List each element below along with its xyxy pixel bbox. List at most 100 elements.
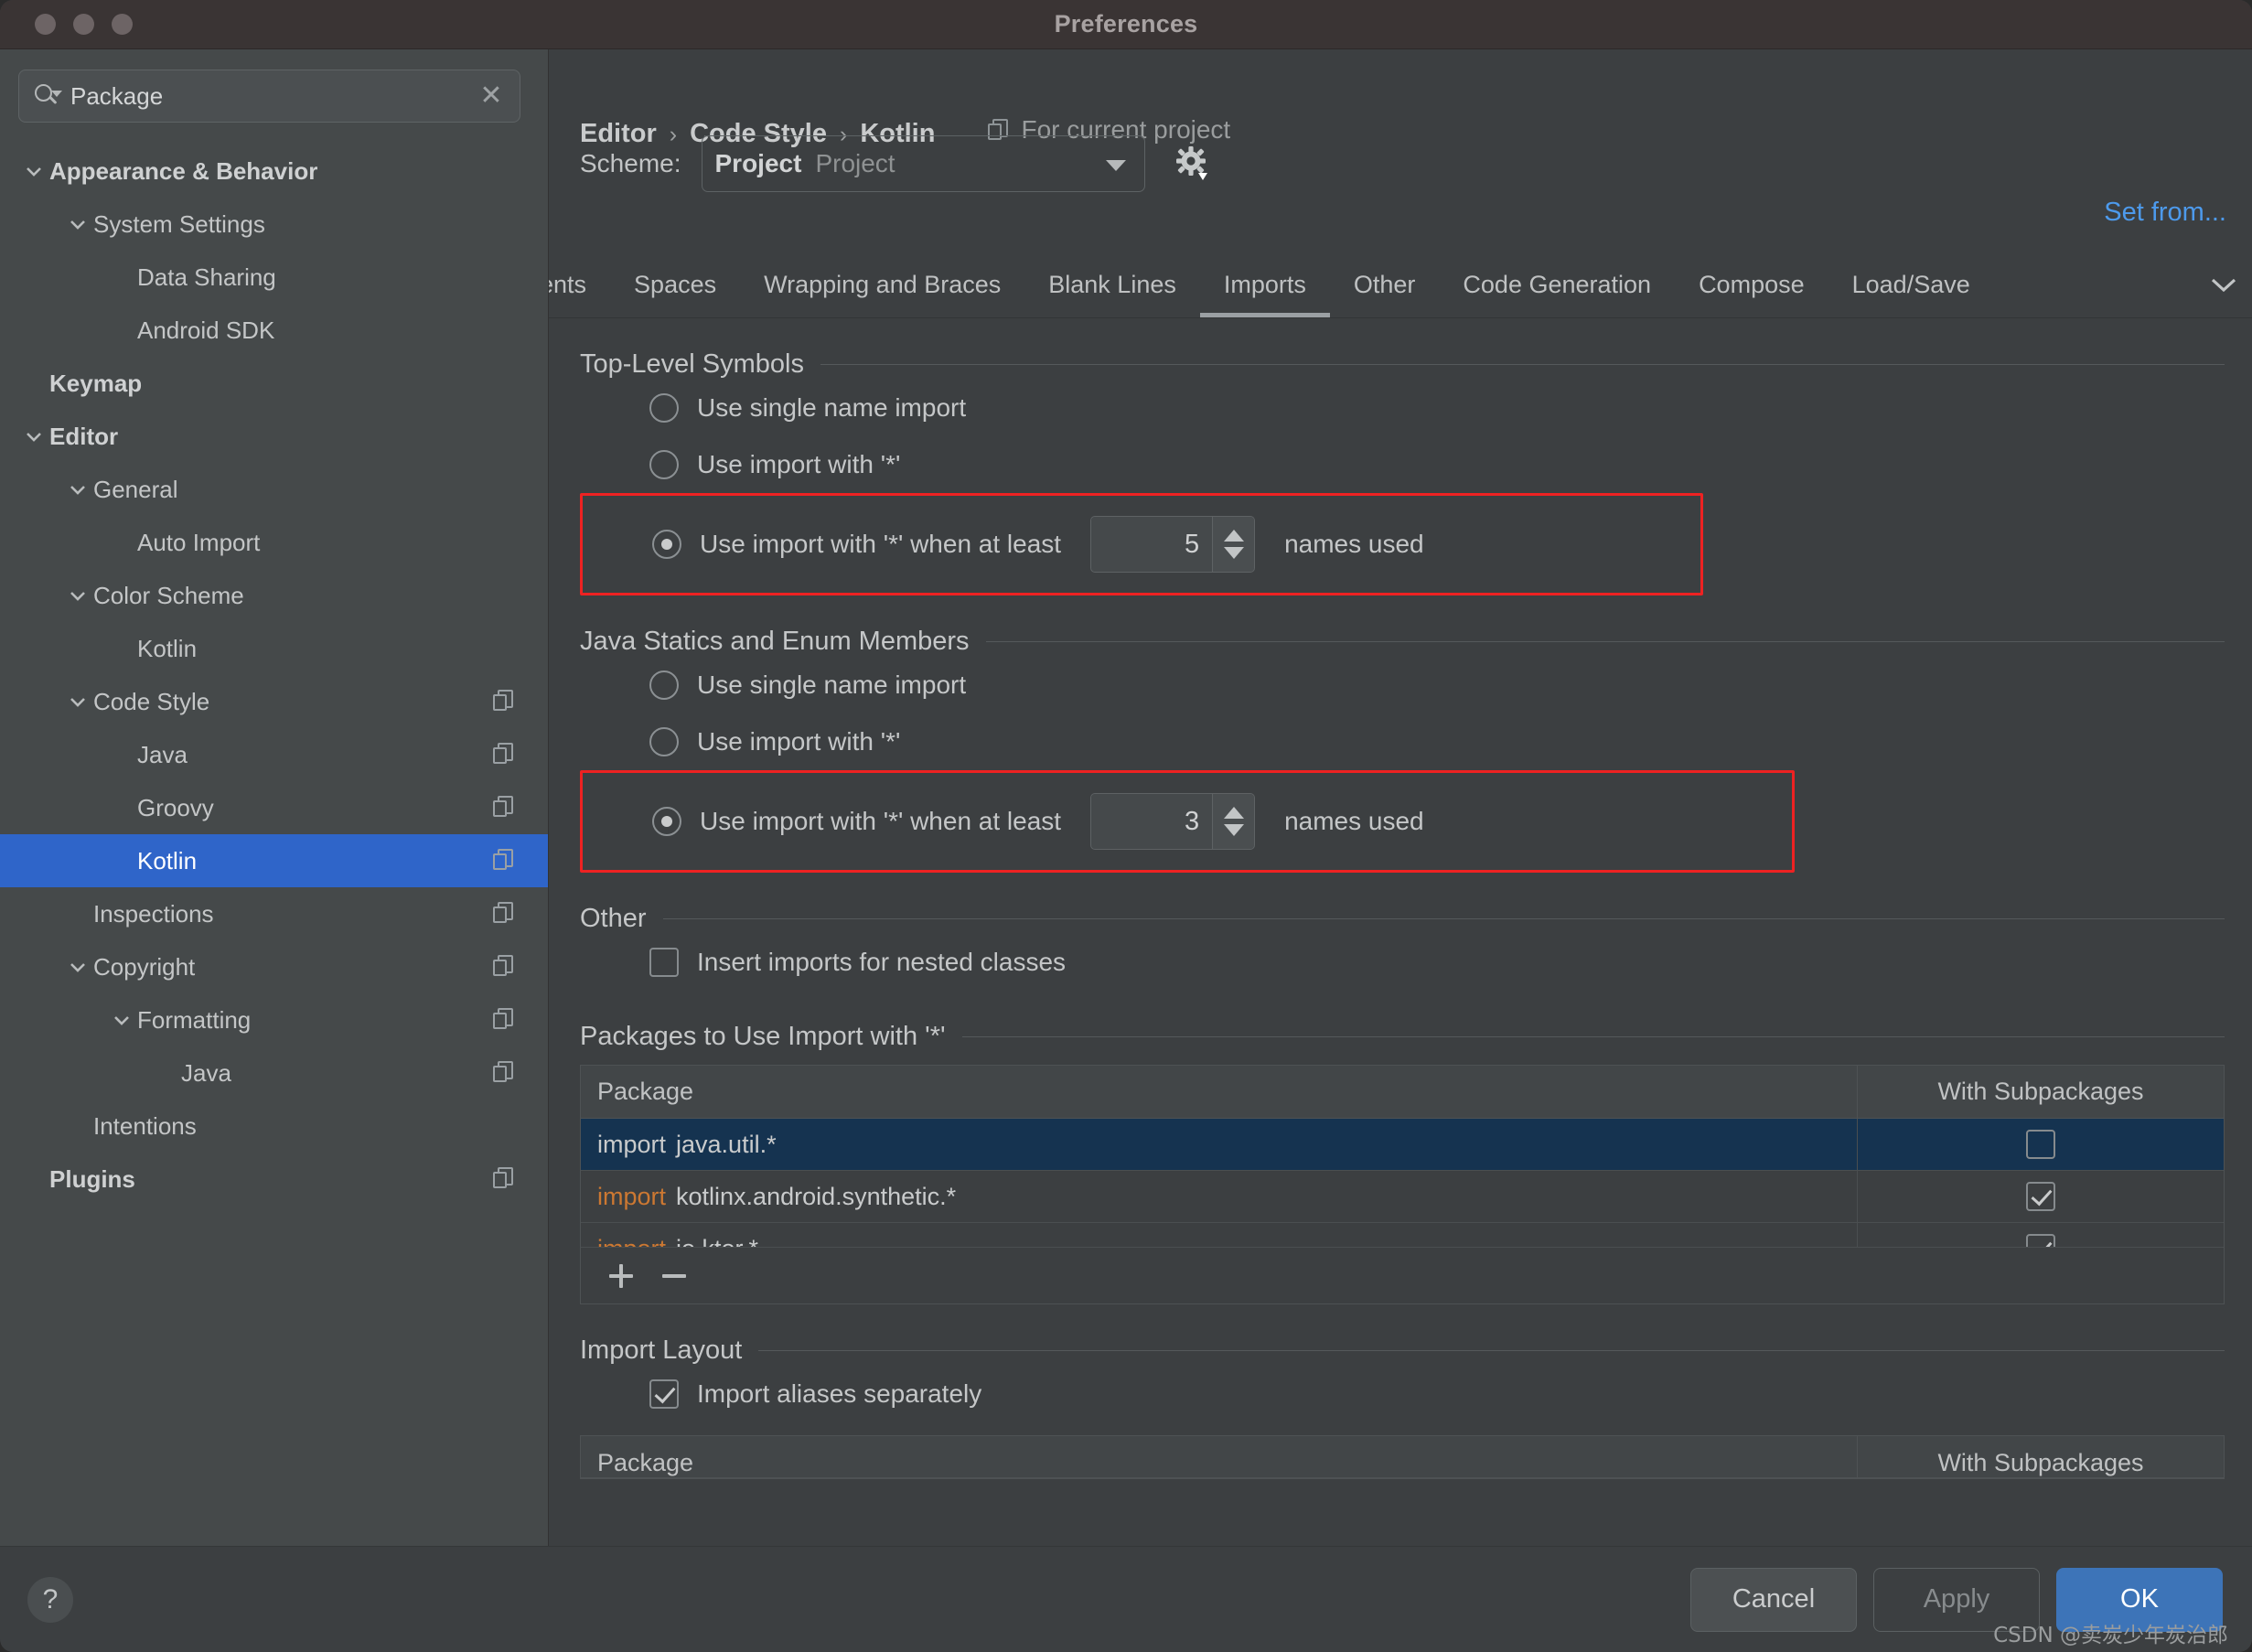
top-level-single-name-option[interactable]: Use single name import bbox=[549, 380, 2252, 436]
sidebar-item-code-style[interactable]: Code Style bbox=[0, 675, 548, 728]
table-row[interactable]: import io.ktor.* bbox=[581, 1223, 2224, 1247]
radio-icon[interactable] bbox=[649, 393, 679, 423]
with-subpackages-cell[interactable] bbox=[1858, 1223, 2224, 1247]
sidebar-item-inspections[interactable]: Inspections bbox=[0, 887, 548, 940]
stepper-value[interactable]: 5 bbox=[1091, 517, 1213, 572]
section-other-header: Other bbox=[549, 904, 2252, 934]
top-level-threshold-stepper[interactable]: 5 bbox=[1090, 516, 1256, 573]
column-header-with-subpackages[interactable]: With Subpackages bbox=[1858, 1066, 2224, 1118]
java-statics-single-name-option[interactable]: Use single name import bbox=[549, 657, 2252, 713]
top-level-star-option[interactable]: Use import with '*' bbox=[549, 436, 2252, 493]
stepper-value[interactable]: 3 bbox=[1091, 794, 1213, 849]
radio-icon[interactable] bbox=[649, 670, 679, 700]
tab-imports[interactable]: Imports bbox=[1199, 252, 1330, 317]
sidebar-item-intentions[interactable]: Intentions bbox=[0, 1100, 548, 1153]
sidebar-item-kotlin[interactable]: Kotlin bbox=[0, 834, 548, 887]
with-subpackages-cell[interactable] bbox=[1858, 1171, 2224, 1222]
checkbox-icon[interactable] bbox=[649, 948, 679, 977]
sidebar-item-auto-import[interactable]: Auto Import bbox=[0, 516, 548, 569]
chevron-down-icon[interactable] bbox=[62, 695, 93, 708]
chevron-down-icon[interactable] bbox=[62, 589, 93, 602]
column-header-package[interactable]: Package bbox=[581, 1436, 1858, 1477]
sidebar-item-android-sdk[interactable]: Android SDK bbox=[0, 304, 548, 357]
search-box[interactable]: ✕ bbox=[18, 70, 520, 123]
stepper-buttons[interactable] bbox=[1212, 517, 1255, 572]
sidebar-item-data-sharing[interactable]: Data Sharing bbox=[0, 251, 548, 304]
sidebar-item-color-scheme[interactable]: Color Scheme bbox=[0, 569, 548, 622]
sidebar-item-keymap[interactable]: Keymap bbox=[0, 357, 548, 410]
tab-load-save[interactable]: Load/Save bbox=[1828, 252, 1994, 317]
settings-tree[interactable]: Appearance & Behavior System Settings Data… bbox=[0, 134, 548, 1546]
project-scope-icon bbox=[493, 849, 517, 873]
checkbox-icon[interactable] bbox=[2026, 1130, 2055, 1159]
sidebar-item-editor[interactable]: Editor bbox=[0, 410, 548, 463]
packages-table-body[interactable]: import java.util.* import kotlinx.android.s… bbox=[581, 1119, 2224, 1247]
tab-compose[interactable]: Compose bbox=[1675, 252, 1828, 317]
sidebar-item-formatting[interactable]: Formatting bbox=[0, 993, 548, 1046]
chevron-down-icon[interactable] bbox=[62, 960, 93, 973]
with-subpackages-cell[interactable] bbox=[1858, 1119, 2224, 1170]
radio-icon[interactable] bbox=[649, 450, 679, 479]
clear-search-icon[interactable]: ✕ bbox=[477, 82, 505, 110]
set-from-link[interactable]: Set from... bbox=[2104, 198, 2226, 228]
scheme-select[interactable]: Project Project bbox=[701, 135, 1145, 192]
help-button[interactable]: ? bbox=[27, 1576, 73, 1623]
tab-other[interactable]: Other bbox=[1330, 252, 1440, 317]
tab-spaces[interactable]: Spaces bbox=[610, 252, 740, 317]
sidebar-item-groovy[interactable]: Groovy bbox=[0, 781, 548, 834]
tab-list[interactable]: entsSpacesWrapping and BracesBlank Lines… bbox=[549, 252, 2195, 317]
java-statics-star-option[interactable]: Use import with '*' bbox=[549, 713, 2252, 770]
checkbox-icon[interactable] bbox=[2026, 1182, 2055, 1211]
radio-icon[interactable] bbox=[652, 807, 681, 836]
stepper-up-icon[interactable] bbox=[1223, 807, 1244, 819]
table-row[interactable]: import java.util.* bbox=[581, 1119, 2224, 1171]
sidebar-item-system-settings[interactable]: System Settings bbox=[0, 198, 548, 251]
tab-blank-lines[interactable]: Blank Lines bbox=[1024, 252, 1200, 317]
stepper-down-icon[interactable] bbox=[1223, 547, 1244, 559]
section-top-level-symbols-header: Top-Level Symbols bbox=[549, 349, 2252, 380]
chevron-down-icon[interactable] bbox=[18, 430, 49, 443]
tabs-overflow-button[interactable] bbox=[2195, 252, 2252, 317]
table-row[interactable]: import kotlinx.android.synthetic.* bbox=[581, 1171, 2224, 1223]
project-scope-icon bbox=[493, 1167, 517, 1191]
tab-ents[interactable]: ents bbox=[549, 252, 610, 317]
radio-icon[interactable] bbox=[649, 727, 679, 756]
sidebar-item-label: Data Sharing bbox=[137, 263, 276, 291]
package-cell[interactable]: import io.ktor.* bbox=[581, 1223, 1858, 1247]
scheme-settings-gear-button[interactable] bbox=[1173, 144, 1213, 184]
insert-imports-nested-classes-row[interactable]: Insert imports for nested classes bbox=[549, 934, 2252, 991]
package-cell[interactable]: import kotlinx.android.synthetic.* bbox=[581, 1171, 1858, 1222]
section-title: Import Layout bbox=[580, 1336, 743, 1365]
sidebar-item-kotlin[interactable]: Kotlin bbox=[0, 622, 548, 675]
tab-code-generation[interactable]: Code Generation bbox=[1439, 252, 1675, 317]
chevron-down-icon[interactable] bbox=[106, 1014, 137, 1026]
table-row-clipped[interactable]: import io.ktor.* bbox=[581, 1223, 2224, 1247]
window-title: Preferences bbox=[1054, 10, 1198, 38]
import-aliases-separately-row[interactable]: Import aliases separately bbox=[549, 1366, 2252, 1422]
sidebar-item-appearance-behavior[interactable]: Appearance & Behavior bbox=[0, 145, 548, 198]
stepper-buttons[interactable] bbox=[1212, 794, 1255, 849]
chevron-down-icon[interactable] bbox=[18, 165, 49, 177]
sidebar-item-java[interactable]: Java bbox=[0, 728, 548, 781]
radio-icon[interactable] bbox=[652, 530, 681, 559]
checkbox-icon[interactable] bbox=[2026, 1234, 2055, 1247]
chevron-down-icon[interactable] bbox=[62, 218, 93, 231]
tab-wrapping-and-braces[interactable]: Wrapping and Braces bbox=[740, 252, 1024, 317]
chevron-down-icon[interactable] bbox=[62, 483, 93, 496]
sidebar-item-plugins[interactable]: Plugins bbox=[0, 1153, 548, 1206]
remove-package-button[interactable] bbox=[654, 1256, 694, 1296]
sidebar-item-general[interactable]: General bbox=[0, 463, 548, 516]
sidebar-item-java[interactable]: Java bbox=[0, 1046, 548, 1100]
sidebar-item-copyright[interactable]: Copyright bbox=[0, 940, 548, 993]
column-header-with-subpackages[interactable]: With Subpackages bbox=[1858, 1436, 2224, 1477]
package-cell[interactable]: import java.util.* bbox=[581, 1119, 1858, 1170]
column-header-package[interactable]: Package bbox=[581, 1066, 1858, 1118]
cancel-button[interactable]: Cancel bbox=[1690, 1567, 1857, 1632]
option-label: Use single name import bbox=[697, 393, 967, 422]
checkbox-icon[interactable] bbox=[649, 1379, 679, 1409]
add-package-button[interactable] bbox=[601, 1256, 641, 1296]
java-statics-threshold-stepper[interactable]: 3 bbox=[1090, 793, 1256, 850]
stepper-down-icon[interactable] bbox=[1223, 824, 1244, 836]
stepper-up-icon[interactable] bbox=[1223, 530, 1244, 542]
search-input[interactable] bbox=[70, 81, 468, 111]
